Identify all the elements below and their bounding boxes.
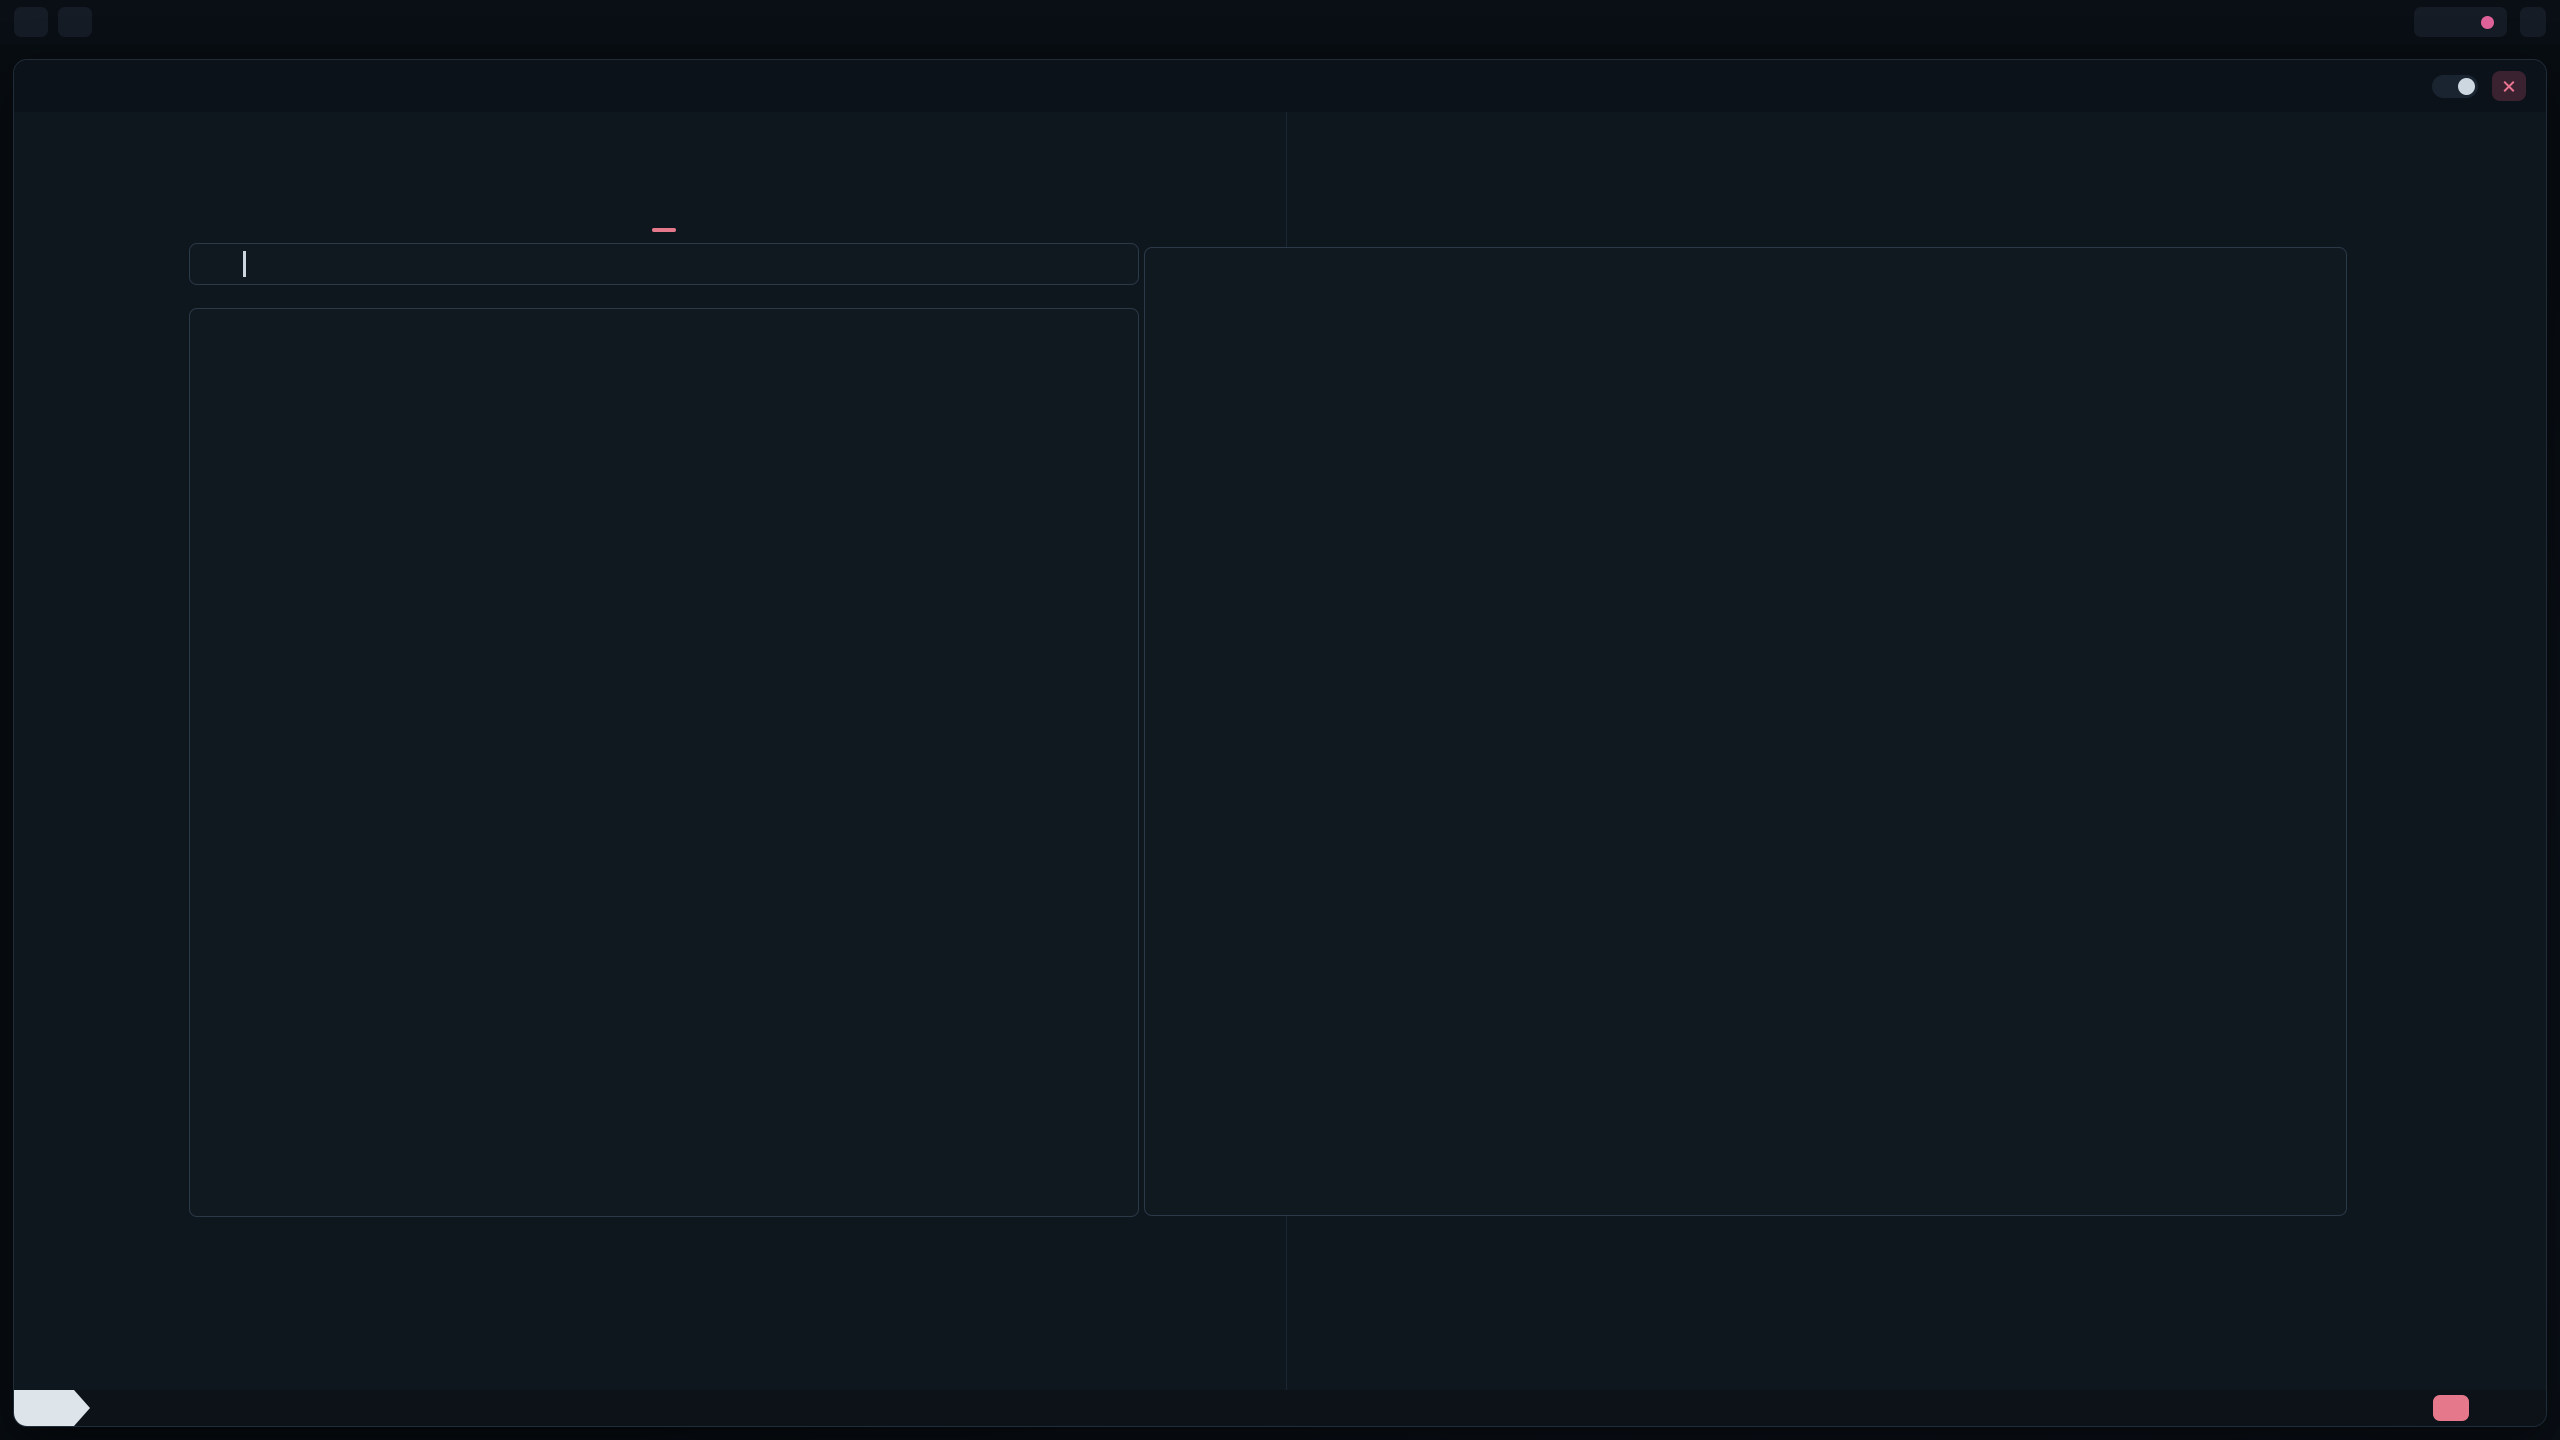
clock[interactable] <box>2520 7 2546 37</box>
apps-grid-icon <box>22 13 40 31</box>
preview-panel <box>1144 247 2347 1216</box>
picker-title <box>652 228 676 232</box>
git-badge[interactable] <box>2433 1395 2469 1421</box>
logo-badge[interactable] <box>58 7 92 37</box>
terminal-window: × <box>13 59 2547 1427</box>
results-panel <box>189 308 1139 1217</box>
window-close-button[interactable]: × <box>2492 71 2526 101</box>
shield-icon <box>2454 13 2472 31</box>
system-tray[interactable] <box>2414 7 2507 37</box>
apps-button[interactable] <box>14 7 48 37</box>
text-cursor <box>243 251 246 277</box>
window-controls: × <box>2432 71 2526 101</box>
statusline <box>14 1390 2546 1426</box>
window-toggle[interactable] <box>2432 75 2478 98</box>
statusline-right <box>2433 1395 2546 1421</box>
editor <box>14 112 2546 1390</box>
mode-indicator <box>14 1390 90 1426</box>
file-icon <box>114 1400 131 1417</box>
close-icon: × <box>2502 72 2516 100</box>
wifi-icon <box>2427 13 2445 31</box>
tray-pink-dot-icon <box>2481 16 2494 29</box>
git-branch-icon <box>2443 1400 2460 1417</box>
topbar <box>0 0 2560 44</box>
search-icon <box>206 252 230 276</box>
lines-icon <box>2493 1399 2512 1418</box>
find-files-input[interactable] <box>189 243 1139 285</box>
tabbar: × <box>14 60 2546 112</box>
pencil-icon <box>32 1399 50 1417</box>
file-indicator <box>114 1400 141 1417</box>
tab-list <box>14 60 76 112</box>
